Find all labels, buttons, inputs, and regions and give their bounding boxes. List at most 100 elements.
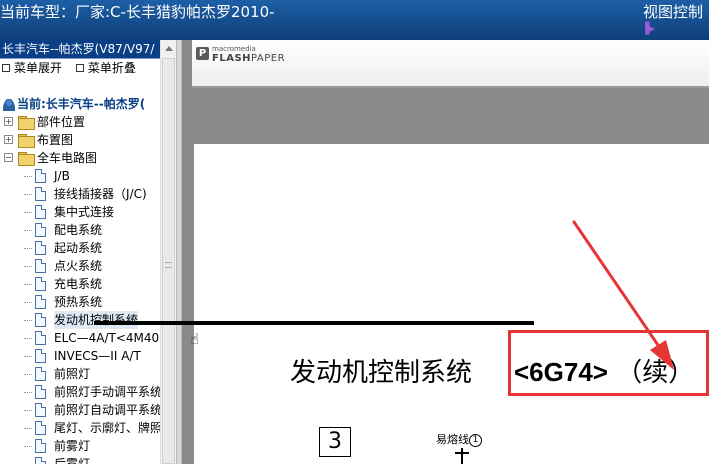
flash-label: FLASH — [212, 53, 252, 64]
tree-item-label: INVECS—II A/T — [54, 349, 141, 363]
tree-item[interactable]: 配电系统 — [0, 221, 160, 239]
tree-connector — [24, 284, 32, 285]
vehicle-heading[interactable]: 长丰汽车--帕杰罗(V87/V97/ — [0, 40, 160, 59]
collapse-menu-button[interactable]: 菜单折叠 — [75, 59, 136, 77]
tree-connector — [24, 176, 32, 177]
tree-item-label: 接线插接器（J/C) — [54, 187, 147, 201]
tree-connector — [24, 428, 32, 429]
sidebar-scrollbar-thumb[interactable] — [162, 58, 175, 464]
flashpaper-logo-icon: P — [196, 47, 209, 60]
figure-number: 3 — [319, 427, 351, 457]
tree-item[interactable]: 接线插接器（J/C) — [0, 185, 160, 203]
tree-item-label: 前雾灯 — [54, 439, 91, 453]
document-icon — [35, 205, 46, 219]
tree-connector — [24, 230, 32, 231]
tree-item[interactable]: J/B — [0, 167, 160, 185]
section-title: 发动机控制系统 — [290, 358, 473, 388]
tree-item-label: ELC—4A/T<4M40: — [54, 331, 160, 345]
tree-item[interactable]: 前雾灯 — [0, 437, 160, 455]
tree-item[interactable]: INVECS—II A/T — [0, 347, 160, 365]
document-icon — [35, 421, 46, 435]
tree-folder-parts-location[interactable]: + 部件位置 — [0, 113, 160, 131]
document-icon — [35, 241, 46, 255]
tree-item[interactable]: 发动机控制系统 — [0, 311, 160, 329]
document-icon — [35, 367, 46, 381]
tree-item[interactable]: 前照灯 — [0, 365, 160, 383]
tree-item-label: 尾灯、示廓灯、牌照 — [54, 421, 160, 435]
tree-connector — [24, 302, 32, 303]
document-icon — [35, 439, 46, 453]
collapse-square-icon — [75, 63, 84, 72]
tree-item-label: 后雾灯 — [54, 457, 91, 464]
annotation-arrow-icon — [572, 220, 674, 370]
tree-item[interactable]: 前照灯自动调平系统 — [0, 401, 160, 419]
tree-item[interactable]: 充电系统 — [0, 275, 160, 293]
tree-item-label: 前照灯自动调平系统 — [54, 403, 160, 417]
document-icon — [35, 259, 46, 273]
document-icon — [35, 403, 46, 417]
tree-folder-wiring-diagram[interactable]: − 全车电路图 — [0, 149, 160, 167]
tree-item[interactable]: 前照灯手动调平系统 — [0, 383, 160, 401]
document-icon — [35, 331, 46, 345]
tree-item[interactable]: 集中式连接 — [0, 203, 160, 221]
tree-connector — [24, 338, 32, 339]
expand-square-icon — [2, 63, 10, 72]
tree-item[interactable]: 预热系统 — [0, 293, 160, 311]
document-icon — [35, 457, 46, 464]
tree-connector — [24, 212, 32, 213]
collapse-minus-icon[interactable]: − — [4, 153, 13, 162]
document-icon — [35, 295, 46, 309]
tree-item[interactable]: ELC—4A/T<4M40: — [0, 329, 160, 347]
open-folder-icon — [18, 152, 35, 166]
document-icon — [35, 169, 46, 183]
view-control-icon[interactable]: ▐▸ — [641, 22, 661, 36]
hand-cursor-icon: ☝ — [190, 330, 200, 348]
tree-item[interactable]: 点火系统 — [0, 257, 160, 275]
expand-menu-button[interactable]: 菜单展开 — [2, 59, 62, 77]
tree-item-label: 充电系统 — [54, 277, 103, 291]
tree-item-label: J/B — [54, 169, 70, 183]
tree-connector — [24, 392, 32, 393]
tree-item[interactable]: 尾灯、示廓灯、牌照 — [0, 419, 160, 437]
menu-toggle-row: 菜单展开 菜单折叠 — [0, 59, 160, 77]
tree-item[interactable]: 后雾灯 — [0, 455, 160, 464]
user-icon — [3, 98, 15, 111]
scroll-grip-icon — [165, 262, 172, 268]
tree-item-label: 起动系统 — [54, 241, 103, 255]
document-icon — [35, 223, 46, 237]
viewer-gap — [192, 90, 709, 136]
document-icon — [35, 187, 46, 201]
tree-item-label: 预热系统 — [54, 295, 103, 309]
tree-connector — [24, 248, 32, 249]
paper-label: PAPER — [251, 53, 286, 64]
tree-connector — [24, 194, 32, 195]
tree-item-label: 前照灯手动调平系统 — [54, 385, 160, 399]
fuse-tick — [455, 452, 469, 454]
collapse-menu-label: 菜单折叠 — [87, 61, 136, 75]
expand-plus-icon[interactable]: + — [4, 135, 13, 144]
expand-plus-icon[interactable]: + — [4, 117, 13, 126]
tree-folder-label: 布置图 — [37, 133, 74, 147]
current-vehicle-title: 当前车型：厂家:C-长丰猎豹帕杰罗2010- — [0, 3, 275, 21]
fuse-label: 易熔线 1 — [436, 431, 482, 447]
tree-item[interactable]: 起动系统 — [0, 239, 160, 257]
scroll-up-arrow-icon[interactable] — [165, 46, 173, 51]
folder-icon — [18, 134, 35, 148]
tree-connector — [24, 374, 32, 375]
view-control-button[interactable]: 视图控制 — [643, 1, 703, 22]
wiring-diagram-items: J/B 接线插接器（J/C) 集中式连接 配电系统起动系统点火系统充电系统预热系统发动… — [0, 167, 160, 464]
tree-current-node[interactable]: 当前:长丰汽车--帕杰罗( — [0, 95, 160, 113]
fuse-label-text: 易熔线 — [436, 433, 469, 446]
tree-connector — [24, 446, 32, 447]
tree-folder-layout[interactable]: + 布置图 — [0, 131, 160, 149]
section-divider — [94, 321, 534, 325]
sidebar-scrollbar[interactable] — [160, 40, 176, 464]
tree-connector — [24, 356, 32, 357]
flashpaper-toolbar: P macromedia FLASHPAPER — [192, 40, 709, 88]
tree-item-label: 前照灯 — [54, 367, 91, 381]
tree-connector — [24, 320, 32, 321]
navigation-tree: 当前:长丰汽车--帕杰罗( + 部件位置 + 布置图 − 全车电路图 J/B 接线… — [0, 95, 160, 464]
tree-connector — [24, 410, 32, 411]
document-icon — [35, 349, 46, 363]
document-icon — [35, 313, 46, 327]
